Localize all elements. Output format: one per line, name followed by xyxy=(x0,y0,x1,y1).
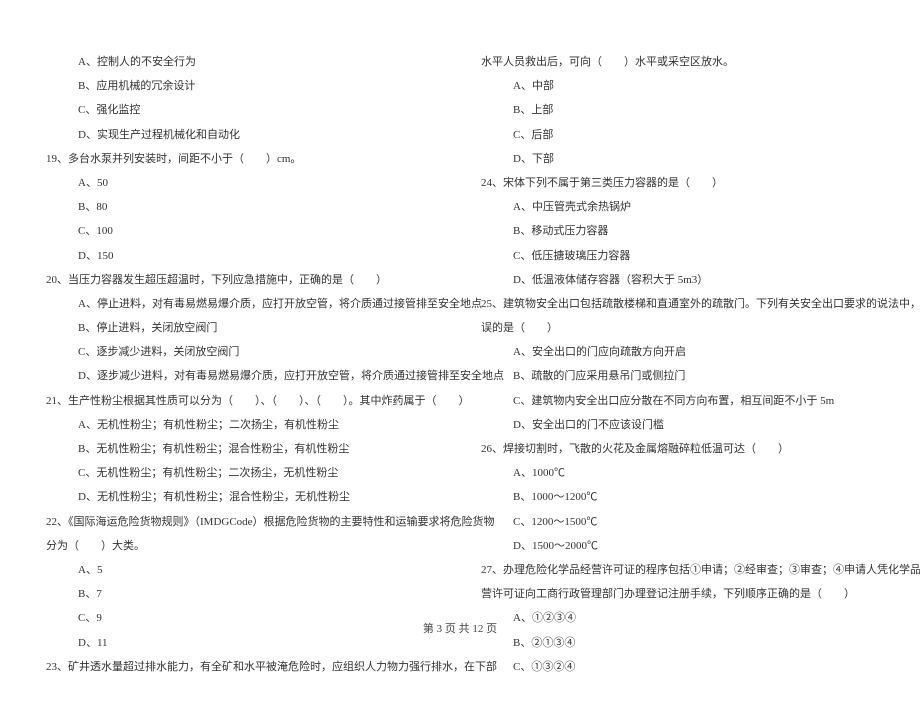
q22-opt-a: A、5 xyxy=(40,558,445,582)
q21-opt-a: A、无机性粉尘；有机性粉尘；二次扬尘，有机性粉尘 xyxy=(40,413,445,437)
q18-opt-a: A、控制人的不安全行为 xyxy=(40,50,445,74)
q25-opt-b: B、疏散的门应采用悬吊门或侧拉门 xyxy=(475,364,880,388)
q24-opt-b: B、移动式压力容器 xyxy=(475,219,880,243)
q19-opt-a: A、50 xyxy=(40,171,445,195)
q22-text-line2: 分为（ ）大类。 xyxy=(40,534,445,558)
q24-text: 24、宋体下列不属于第三类压力容器的是（ ） xyxy=(475,171,880,195)
q23-opt-b: B、上部 xyxy=(475,98,880,122)
q19-opt-c: C、100 xyxy=(40,219,445,243)
q24-opt-a: A、中压管壳式余热锅炉 xyxy=(475,195,880,219)
q25-opt-a: A、安全出口的门应向疏散方向开启 xyxy=(475,340,880,364)
q19-opt-d: D、150 xyxy=(40,244,445,268)
q21-opt-b: B、无机性粉尘；有机性粉尘；混合性粉尘，有机性粉尘 xyxy=(40,437,445,461)
q18-opt-c: C、强化监控 xyxy=(40,98,445,122)
q27-text-line2: 营许可证向工商行政管理部门办理登记注册手续，下列顺序正确的是（ ） xyxy=(475,582,880,606)
q22-text-line1: 22、《国际海运危险货物规则》（IMDGCode）根据危险货物的主要特性和运输要… xyxy=(40,510,445,534)
q25-opt-c: C、建筑物内安全出口应分散在不同方向布置，相互间距不小于 5m xyxy=(475,389,880,413)
q26-opt-b: B、1000～1200℃ xyxy=(475,485,880,509)
page-footer: 第 3 页 共 12 页 xyxy=(0,620,920,636)
q25-text-line1: 25、建筑物安全出口包括疏散楼梯和直通室外的疏散门。下列有关安全出口要求的说法中… xyxy=(475,292,880,316)
right-column: 水平人员救出后，可向（ ）水平或采空区放水。 A、中部 B、上部 C、后部 D、… xyxy=(475,50,880,679)
q21-opt-c: C、无机性粉尘；有机性粉尘；二次扬尘，无机性粉尘 xyxy=(40,461,445,485)
q26-opt-c: C、1200～1500℃ xyxy=(475,510,880,534)
q24-opt-c: C、低压搪玻璃压力容器 xyxy=(475,244,880,268)
q23-opt-c: C、后部 xyxy=(475,123,880,147)
q26-opt-a: A、1000℃ xyxy=(475,461,880,485)
q21-text: 21、生产性粉尘根据其性质可以分为（ ）、（ ）、（ ）。其中炸药属于（ ） xyxy=(40,389,445,413)
q25-text-line2: 误的是（ ） xyxy=(475,316,880,340)
q23-opt-d: D、下部 xyxy=(475,147,880,171)
q26-text: 26、焊接切割时，飞散的火花及金属熔融碎粒低温可达（ ） xyxy=(475,437,880,461)
exam-page: A、控制人的不安全行为 B、应用机械的冗余设计 C、强化监控 D、实现生产过程机… xyxy=(0,0,920,709)
q20-opt-b: B、停止进料，关闭放空阀门 xyxy=(40,316,445,340)
q23-opt-a: A、中部 xyxy=(475,74,880,98)
q18-opt-d: D、实现生产过程机械化和自动化 xyxy=(40,123,445,147)
q23-text: 23、矿井透水量超过排水能力，有全矿和水平被淹危险时，应组织人力物力强行排水，在… xyxy=(40,655,445,679)
q20-text: 20、当压力容器发生超压超温时，下列应急措施中，正确的是（ ） xyxy=(40,268,445,292)
q20-opt-d: D、逐步减少进料，对有毒易燃易爆介质，应打开放空管，将介质通过接管排至安全地点 xyxy=(40,364,445,388)
q20-opt-a: A、停止进料，对有毒易燃易爆介质，应打开放空管，将介质通过接管排至安全地点 xyxy=(40,292,445,316)
q19-text: 19、多台水泵并列安装时，间距不小于（ ）cm。 xyxy=(40,147,445,171)
q25-opt-d: D、安全出口的门不应该设门槛 xyxy=(475,413,880,437)
q22-opt-b: B、7 xyxy=(40,582,445,606)
q26-opt-d: D、1500～2000℃ xyxy=(475,534,880,558)
q23-cont: 水平人员救出后，可向（ ）水平或采空区放水。 xyxy=(475,50,880,74)
q18-opt-b: B、应用机械的冗余设计 xyxy=(40,74,445,98)
q21-opt-d: D、无机性粉尘；有机性粉尘；混合性粉尘，无机性粉尘 xyxy=(40,485,445,509)
left-column: A、控制人的不安全行为 B、应用机械的冗余设计 C、强化监控 D、实现生产过程机… xyxy=(40,50,445,679)
q24-opt-d: D、低温液体储存容器（容积大于 5m3） xyxy=(475,268,880,292)
q19-opt-b: B、80 xyxy=(40,195,445,219)
q27-text-line1: 27、办理危险化学品经营许可证的程序包括①申请；②经审查；③审查；④申请人凭化学… xyxy=(475,558,880,582)
q27-opt-c: C、①③②④ xyxy=(475,655,880,679)
q20-opt-c: C、逐步减少进料，关闭放空阀门 xyxy=(40,340,445,364)
